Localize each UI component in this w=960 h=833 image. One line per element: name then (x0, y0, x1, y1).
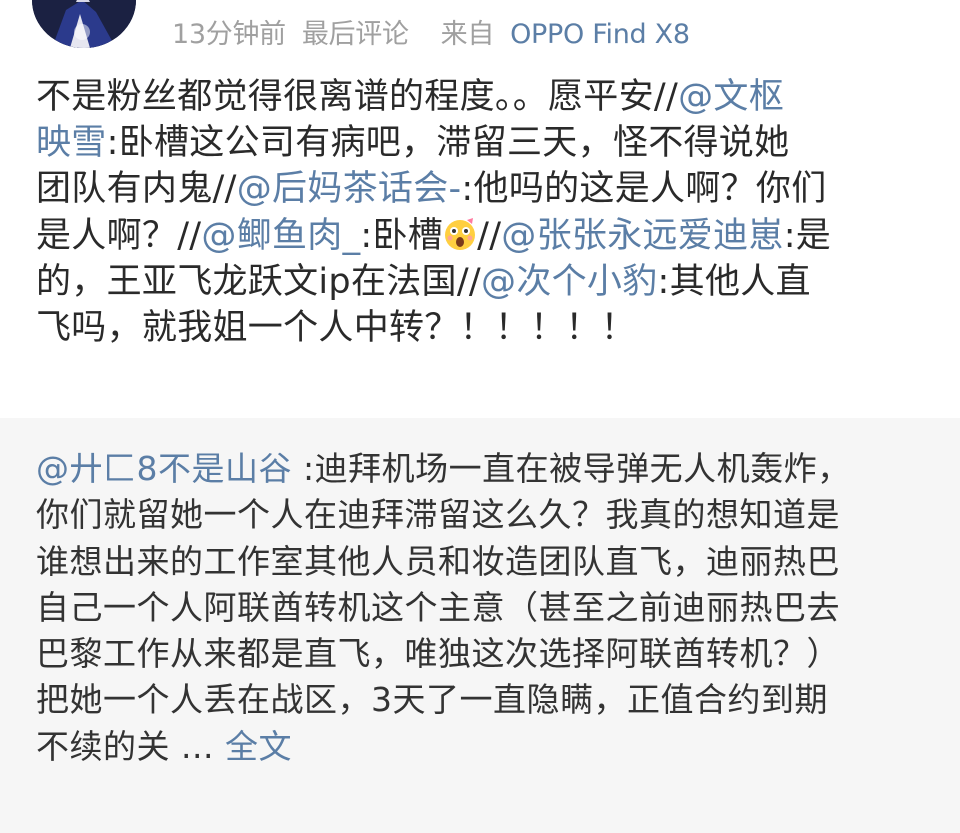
full-text-link[interactable]: 全文 (225, 727, 292, 766)
user-avatar[interactable] (32, 0, 136, 48)
repost-line: 巴黎工作从来都是直飞，唯独这次选择阿联酋转机？） (36, 634, 840, 674)
post-text: 的，王亚飞龙跃文ip在法国// (36, 261, 482, 302)
post-header: 13分钟前 最后评论 来自 OPPO Find X8 (0, 0, 960, 60)
post-text: :他吗的这是人啊？你们 (461, 169, 827, 210)
shocked-face-emoji-icon (443, 217, 477, 251)
source-prefix: 来自 (440, 19, 495, 50)
post-status: 最后评论 (301, 19, 409, 50)
post-line: 的，王亚飞龙跃文ip在法国//@次个小豹:其他人直 (36, 259, 936, 305)
post-line: 映雪:卧槽这公司有病吧，滞留三天，怪不得说她 (36, 120, 936, 166)
mention-link[interactable]: 映雪 (36, 123, 107, 163)
post-text: :是 (783, 215, 832, 256)
post-body: 不是粉丝都觉得很离谱的程度。。愿平安//@文枢 映雪:卧槽这公司有病吧，滞留三天… (36, 74, 936, 351)
repost-line: 把她一个人丢在战区，3天了一直隐瞒，正值合约到期 (36, 680, 828, 720)
post-text: 飞吗，就我姐一个人中转？！！！！！ (36, 308, 637, 349)
repost-text: 不续的关 ... (36, 726, 225, 766)
post-text: // (477, 215, 502, 256)
post-text: 是人啊？// (36, 215, 202, 256)
repost-line: @廾匚8不是山谷 :迪拜机场一直在被导弹无人机轰炸， (36, 446, 936, 492)
post-text: :卧槽这公司有病吧，滞留三天，怪不得说她 (106, 123, 790, 164)
post-text: 不是粉丝都觉得很离谱的程度。。愿平安// (36, 77, 679, 117)
repost-line: 你们就留她一个人在迪拜滞留这么久？我真的想知道是 (36, 495, 840, 535)
post-text: :其他人直 (657, 261, 811, 302)
repost-line: 谁想出来的工作室其他人员和妆造团队直飞，迪丽热巴 (36, 541, 840, 581)
post-line: 是人啊？//@鲫鱼肉_:卧槽 //@张张永远爱迪崽:是 (36, 213, 936, 259)
mention-link[interactable]: @张张永远爱迪崽 (501, 216, 783, 256)
avatar-image (32, 0, 136, 48)
mention-link[interactable]: @次个小豹 (481, 262, 658, 302)
repost-line: 不续的关 ... 全文 (36, 724, 936, 770)
post-meta: 13分钟前 最后评论 来自 OPPO Find X8 (172, 12, 690, 51)
device-link[interactable]: OPPO Find X8 (510, 19, 690, 50)
post-text: 团队有内鬼// (36, 169, 237, 210)
mention-link[interactable]: @后妈茶话会- (237, 169, 462, 209)
post-line: 飞吗，就我姐一个人中转？！！！！！ (36, 305, 936, 351)
repost-text: :迪拜机场一直在被导弹无人机轰炸， (292, 449, 851, 488)
mention-link[interactable]: @文枢 (678, 77, 784, 117)
repost-line: 自己一个人阿联酋转机这个主意（甚至之前迪丽热巴去 (36, 587, 840, 627)
post-time: 13分钟前 (172, 19, 286, 50)
post-text: :卧槽 (360, 215, 444, 256)
post-line: 不是粉丝都觉得很离谱的程度。。愿平安//@文枢 (36, 74, 936, 120)
repost-author-link[interactable]: @廾匚8不是山谷 (36, 449, 292, 488)
post-line: 团队有内鬼//@后妈茶话会-:他吗的这是人啊？你们 (36, 166, 936, 212)
repost-body: @廾匚8不是山谷 :迪拜机场一直在被导弹无人机轰炸， 你们就留她一个人在迪拜滞留… (36, 446, 936, 770)
mention-link[interactable]: @鲫鱼肉_ (201, 216, 360, 256)
